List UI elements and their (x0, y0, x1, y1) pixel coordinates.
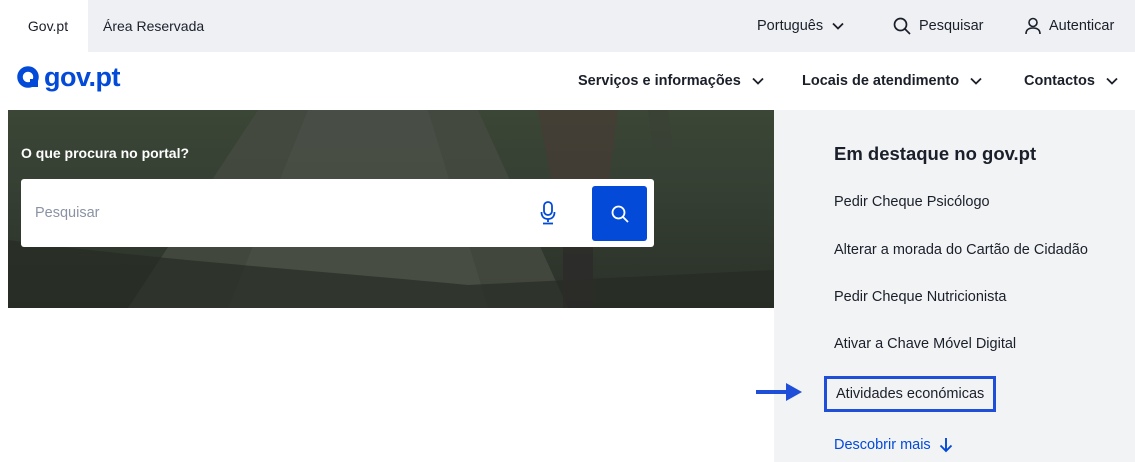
featured-title: Em destaque no gov.pt (834, 143, 1037, 164)
microphone-icon[interactable] (540, 201, 556, 225)
search-icon (611, 205, 629, 223)
featured-link-highlighted[interactable]: Atividades económicas (824, 376, 997, 412)
tab-gov-pt[interactable]: Gov.pt (8, 0, 88, 52)
portal-search-box (21, 179, 654, 247)
featured-panel: Em destaque no gov.pt Pedir Cheque Psicó… (774, 110, 1135, 462)
search-submit-button[interactable] (592, 186, 647, 241)
featured-link[interactable]: Pedir Cheque Psicólogo (834, 194, 990, 210)
authenticate-button[interactable]: Autenticar (1024, 0, 1114, 52)
nav-contactos[interactable]: Contactos (1024, 52, 1119, 110)
user-icon (1025, 17, 1041, 35)
tab-area-reservada[interactable]: Área Reservada (103, 0, 204, 52)
featured-link[interactable]: Ativar a Chave Móvel Digital (834, 336, 1016, 352)
authenticate-label: Autenticar (1049, 18, 1115, 34)
top-search-button[interactable]: Pesquisar (893, 0, 983, 52)
logo-mark-icon (17, 66, 39, 88)
chevron-down-icon (970, 77, 982, 85)
gov-pt-logo[interactable]: gov.pt (17, 60, 120, 94)
featured-link[interactable]: Alterar a morada do Cartão de Cidadão (834, 242, 1088, 258)
search-input[interactable] (35, 179, 515, 247)
discover-more-link[interactable]: Descobrir mais (834, 437, 953, 453)
annotation-arrow-icon (756, 383, 802, 401)
nav-label: Contactos (1024, 73, 1095, 89)
nav-locais-atendimento[interactable]: Locais de atendimento (802, 52, 983, 110)
featured-link[interactable]: Pedir Cheque Nutricionista (834, 289, 1006, 305)
chevron-down-icon (752, 77, 764, 85)
nav-label: Serviços e informações (578, 73, 741, 89)
chevron-down-icon (832, 22, 844, 30)
language-selector[interactable]: Português (757, 0, 845, 52)
hero-title: O que procura no portal? (21, 145, 190, 161)
logo-text: gov.pt (44, 61, 120, 92)
nav-servicos-informacoes[interactable]: Serviços e informações (578, 52, 765, 110)
chevron-down-icon (1106, 77, 1118, 85)
arrow-down-icon (939, 438, 952, 453)
hero-banner: O que procura no portal? (8, 110, 774, 308)
language-label: Português (757, 18, 824, 34)
top-search-label: Pesquisar (919, 18, 984, 34)
nav-label: Locais de atendimento (802, 73, 960, 89)
discover-more-label: Descobrir mais (834, 437, 931, 453)
search-icon (893, 17, 911, 35)
